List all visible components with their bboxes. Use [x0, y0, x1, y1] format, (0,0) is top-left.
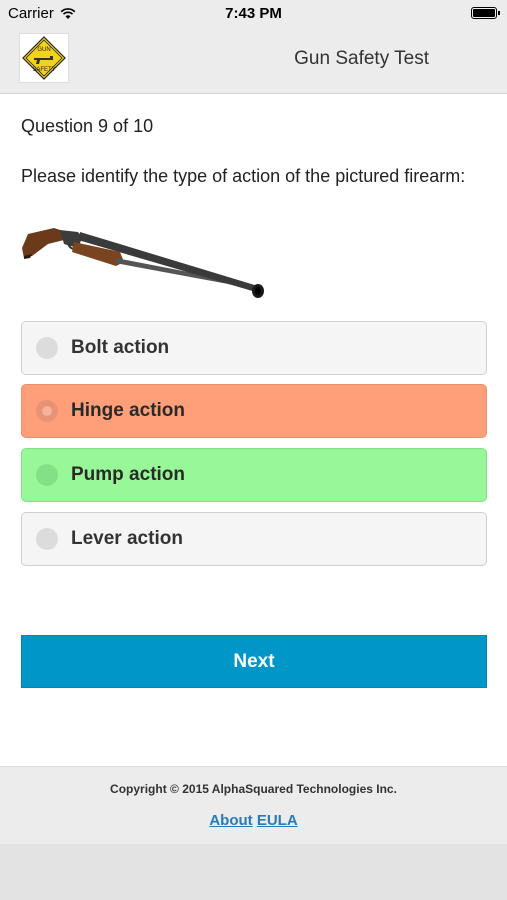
app-header: GUN SAFETY Gun Safety Test — [0, 27, 507, 94]
radio-button[interactable] — [36, 337, 58, 359]
radio-button[interactable] — [36, 400, 58, 422]
radio-button[interactable] — [36, 464, 58, 486]
answer-option-hinge-action[interactable]: Hinge action — [21, 384, 487, 438]
answer-option-bolt-action[interactable]: Bolt action — [21, 321, 487, 375]
option-label: Pump action — [71, 464, 186, 485]
eula-link[interactable]: EULA — [257, 812, 298, 829]
battery-icon — [471, 7, 500, 19]
option-label: Hinge action — [71, 400, 186, 421]
about-link[interactable]: About — [209, 812, 252, 829]
option-label: Bolt action — [71, 337, 170, 358]
shotgun-image — [22, 228, 264, 298]
footer: Copyright © 2015 AlphaSquared Technologi… — [0, 766, 507, 844]
clock: 7:43 PM — [225, 5, 282, 22]
question-text: Please identify the type of action of th… — [21, 166, 466, 186]
question-counter: Question 9 of 10 — [21, 116, 154, 136]
next-button[interactable]: Next — [21, 635, 487, 688]
bottom-area — [0, 844, 507, 900]
page-title: Gun Safety Test — [294, 48, 429, 69]
gun-safety-logo-icon: GUN SAFETY — [22, 36, 66, 80]
footer-links: About EULA — [0, 812, 507, 829]
answer-option-lever-action[interactable]: Lever action — [21, 512, 487, 566]
option-label: Lever action — [71, 528, 183, 549]
copyright-text: Copyright © 2015 AlphaSquared Technologi… — [110, 782, 397, 796]
app-logo: GUN SAFETY — [19, 33, 69, 83]
answer-option-pump-action[interactable]: Pump action — [21, 448, 487, 502]
svg-text:SAFETY: SAFETY — [32, 67, 55, 73]
status-bar: Carrier 7:43 PM — [0, 0, 507, 27]
svg-text:GUN: GUN — [37, 47, 50, 53]
radio-button[interactable] — [36, 528, 58, 550]
